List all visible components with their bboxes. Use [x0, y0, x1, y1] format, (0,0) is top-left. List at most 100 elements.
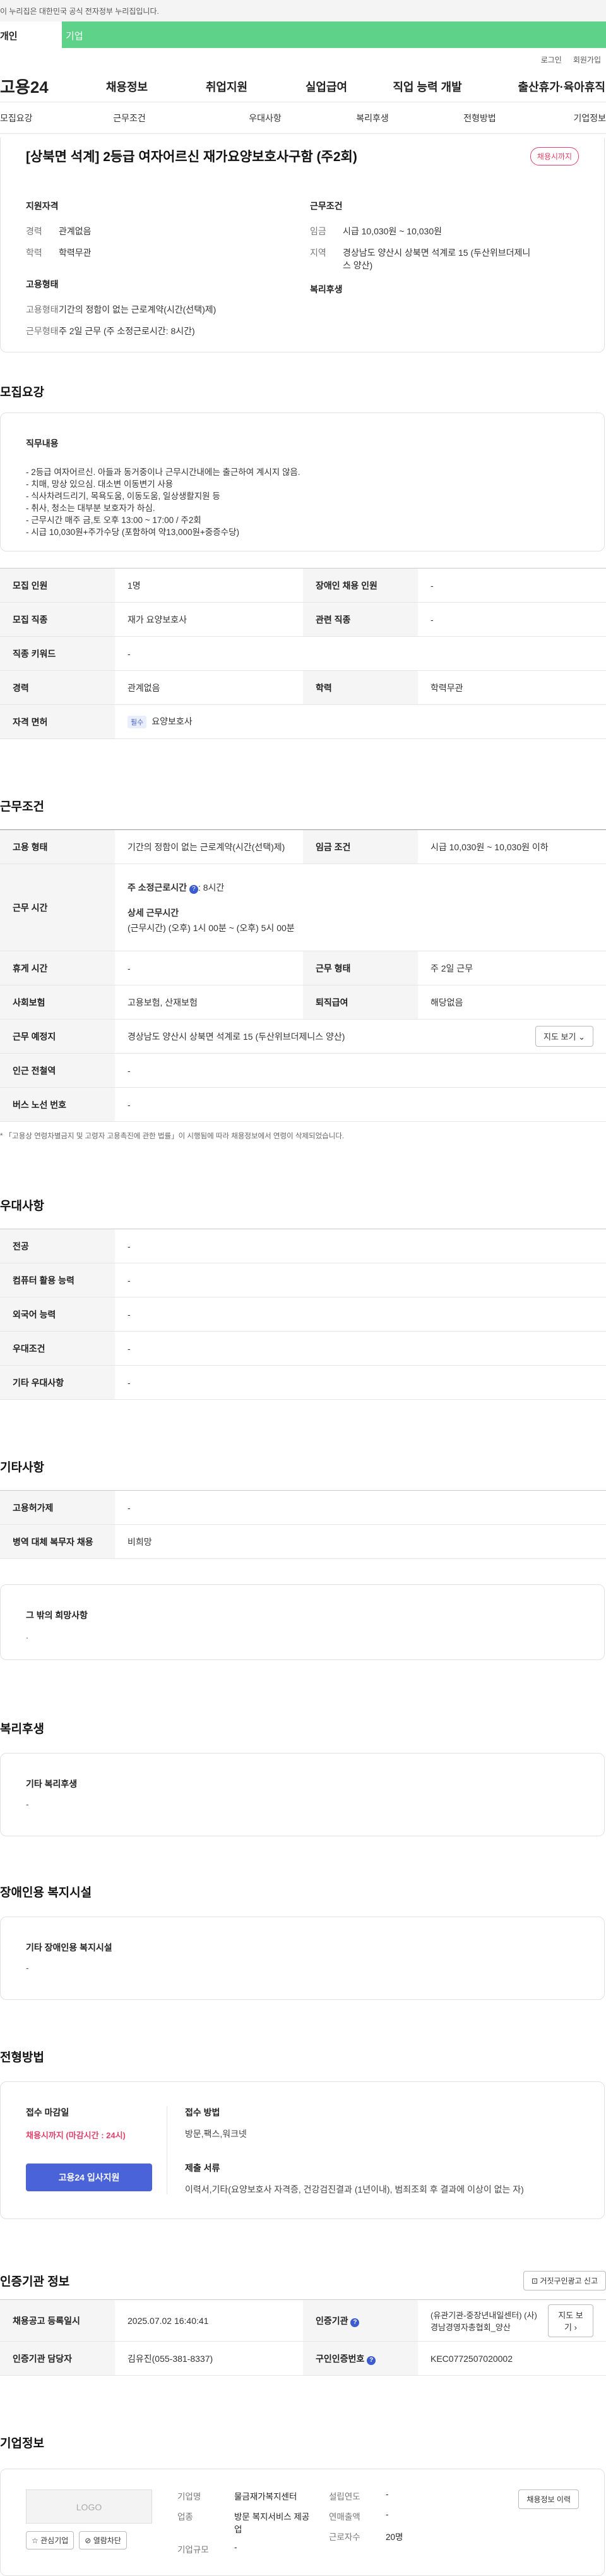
table-header: 근무 형태 — [303, 951, 418, 985]
week-hours-value: : 8시간 — [198, 882, 225, 893]
table-cell: - — [418, 568, 606, 603]
table-row: 직종 키워드 - — [0, 636, 606, 671]
table-cell: - — [115, 1053, 606, 1088]
table-cell: (유관기관-중장년내일센터) (사)경남경영자총협회_양산 지도 보기 › — [418, 2299, 606, 2342]
table-header: 인증기관 ? — [303, 2299, 418, 2342]
snb-preference[interactable]: 우대사항 — [221, 112, 309, 124]
table-cell: 기간의 정함이 없는 근로계약(시간(선택)제) — [115, 829, 303, 864]
star-icon: ☆ — [32, 2536, 39, 2545]
top-tabs: 개인 기업 — [0, 21, 606, 48]
table-cell: - — [115, 1365, 606, 1400]
selection-box: 접수 마감일 채용시까지 (마감시간 : 24시) 고용24 입사지원 접수 방… — [0, 2081, 605, 2219]
table-header: 근무 시간 — [0, 864, 115, 951]
table-cell: KEC0772507020002 — [418, 2341, 606, 2376]
table-header: 사회보험 — [0, 985, 115, 1020]
section-preference: 우대사항 — [0, 1200, 44, 1213]
gov-banner: 이 누리집은 대한민국 공식 전자정부 누리집입니다. — [0, 0, 606, 21]
apply-button[interactable]: 고용24 입사지원 — [26, 2164, 152, 2191]
disability-value: - — [26, 1963, 29, 1973]
edu-value: 학력무관 — [59, 248, 92, 258]
cert-no-key: 구인인증번호 — [316, 2353, 365, 2364]
est-value: - — [386, 2489, 389, 2499]
table-header: 구인인증번호 ? — [303, 2341, 418, 2376]
table-cell: - — [115, 1331, 606, 1366]
recruit-table: 모집 인원 1명 장애인 채용 인원 - 모집 직종 재가 요양보호사 관련 직종 - 직종… — [0, 568, 606, 739]
table-cell: 경상남도 양산시 상북면 석계로 15 (두산위브더제니스 양산) 지도 보기 ⌄ — [115, 1019, 606, 1054]
duty-line: - 시급 10,030원+주가수당 (포함하여 약13,000원+중증수당) — [26, 527, 239, 537]
table-row: 전공 - — [0, 1229, 606, 1263]
section-etc: 기타사항 — [0, 1461, 44, 1474]
table-header: 퇴직급여 — [303, 985, 418, 1020]
company-logo: LOGO — [26, 2489, 152, 2524]
snb-selection[interactable]: 전형방법 — [436, 112, 524, 124]
other-wish-box: 그 밖의 희망사항 . — [0, 1584, 605, 1660]
emp-title: 고용형태 — [26, 279, 59, 289]
org-map-button[interactable]: 지도 보기 › — [548, 2304, 593, 2337]
table-header: 학력 — [303, 670, 418, 705]
logo[interactable]: 고용24 — [0, 75, 78, 98]
info-icon[interactable]: ? — [367, 2356, 376, 2365]
table-row: 고용 형태 기간의 정함이 없는 근로계약(시간(선택)제) 임금 조건 시급 10,… — [0, 829, 606, 864]
snb-recruit[interactable]: 모집요강 — [0, 112, 38, 124]
section-recruit: 모집요강 — [0, 386, 44, 399]
table-row: 근무 시간 주 소정근로시간 ?: 8시간 상세 근무시간 (근무시간) (오후… — [0, 864, 606, 951]
table-header: 전공 — [0, 1229, 115, 1263]
career-key: 경력 — [26, 226, 42, 236]
gnb-support[interactable]: 취업지원 — [176, 78, 277, 95]
global-nav: 고용24 채용정보 취업지원 실업급여 직업 능력 개발 출산휴가·육아휴직 — [0, 71, 606, 102]
favorite-button[interactable]: ☆ 관심기업 — [26, 2531, 74, 2549]
login-link[interactable]: 로그인 — [541, 54, 562, 71]
welfare-title: 복리후생 — [310, 284, 343, 294]
industry-value: 방문 복지서비스 제공업 — [234, 2512, 310, 2534]
table-header: 근무 예정지 — [0, 1019, 115, 1054]
duty-line: - 취사, 청소는 대부분 보호자가 하심. — [26, 503, 155, 513]
section-disability: 장애인용 복지시설 — [0, 1886, 92, 1899]
table-cell: 관계없음 — [115, 670, 303, 705]
duty-text: - 2등급 여자어르신. 아들과 동거중이나 근무시간내에는 출근하여 계시지 … — [26, 466, 579, 538]
table-row: 휴게 시간 - 근무 형태 주 2일 근무 — [0, 951, 606, 985]
docs-value: 이력서,기타(요양보호사 자격증, 건강검진결과 (1년이내), 범죄조회 후 … — [185, 2184, 524, 2194]
snb-company[interactable]: 기업정보 — [524, 112, 606, 124]
tab-personal[interactable]: 개인 — [0, 21, 62, 48]
employees-key: 근로자수 — [329, 2532, 360, 2542]
table-cell: 시급 10,030원 ~ 10,030원 이하 — [418, 829, 606, 864]
info-icon[interactable]: ? — [350, 2318, 360, 2327]
table-header: 경력 — [0, 670, 115, 705]
gnb-leave[interactable]: 출산휴가·육아휴직 — [479, 78, 605, 95]
join-link[interactable]: 회원가입 — [573, 54, 601, 71]
map-button[interactable]: 지도 보기 ⌄ — [535, 1026, 593, 1047]
cert-table: 채용공고 등록일시 2025.07.02 16:40:41 인증기관 ? (유관기관-… — [0, 2299, 606, 2376]
tab-business[interactable]: 기업 — [62, 21, 606, 48]
block-button[interactable]: ⊘ 열람차단 — [79, 2531, 127, 2549]
chevron-right-icon: › — [574, 2322, 577, 2332]
welfare-box-title: 기타 복리후생 — [26, 1779, 78, 1789]
required-chip: 필수 — [128, 716, 147, 728]
gnb-jobs[interactable]: 채용정보 — [78, 78, 176, 95]
company-box: LOGO ☆ 관심기업 ⊘ 열람차단 기업명 물금재가복지센터 업종 방문 복지서비… — [0, 2469, 605, 2576]
section-nav: 모집요강 근무조건 우대사항 복리후생 전형방법 기업정보 — [0, 102, 606, 134]
table-cell: 학력무관 — [418, 670, 606, 705]
snb-welfare[interactable]: 복리후생 — [309, 112, 436, 124]
table-header: 고용허가제 — [0, 1490, 115, 1525]
duty-line: - 근무시간 매주 금,토 오후 13:00 ~ 17:00 / 주2회 — [26, 515, 201, 525]
docs-key: 제출 서류 — [185, 2163, 220, 2173]
gnb-benefit[interactable]: 실업급여 — [277, 78, 376, 95]
gnb-training[interactable]: 직업 능력 개발 — [376, 78, 479, 95]
disability-box: 기타 장애인용 복지시설 - — [0, 1917, 605, 2000]
map-button-label: 지도 보기 — [544, 1032, 576, 1042]
area-value: 경상남도 양산시 상북면 석계로 15 (두산위브더제니스 양산) — [343, 248, 531, 270]
career-value: 관계없음 — [59, 226, 92, 236]
table-cell: 고용보험, 산재보험 — [115, 985, 303, 1020]
snb-conditions[interactable]: 근무조건 — [38, 112, 221, 124]
history-button[interactable]: 채용정보 이력 — [518, 2489, 579, 2509]
report-button[interactable]: ⊡ 거짓구인광고 신고 — [523, 2271, 606, 2290]
table-header: 관련 직종 — [303, 602, 418, 637]
work-title: 근무조건 — [310, 201, 343, 211]
job-summary-card: [상북면 석계] 2등급 여자어르신 재가요양보호사구함 (주2회) 채용시까지… — [0, 138, 605, 352]
emptype-value: 기간의 정함이 없는 근로계약(시간(선택)제) — [59, 304, 217, 315]
section-welfare: 복리후생 — [0, 1723, 44, 1736]
deadline-value: 채용시까지 (마감시간 : 24시) — [26, 2131, 126, 2140]
table-header: 인증기관 담당자 — [0, 2341, 115, 2376]
duty-title: 직무내용 — [26, 438, 59, 448]
info-icon[interactable]: ? — [189, 884, 198, 894]
